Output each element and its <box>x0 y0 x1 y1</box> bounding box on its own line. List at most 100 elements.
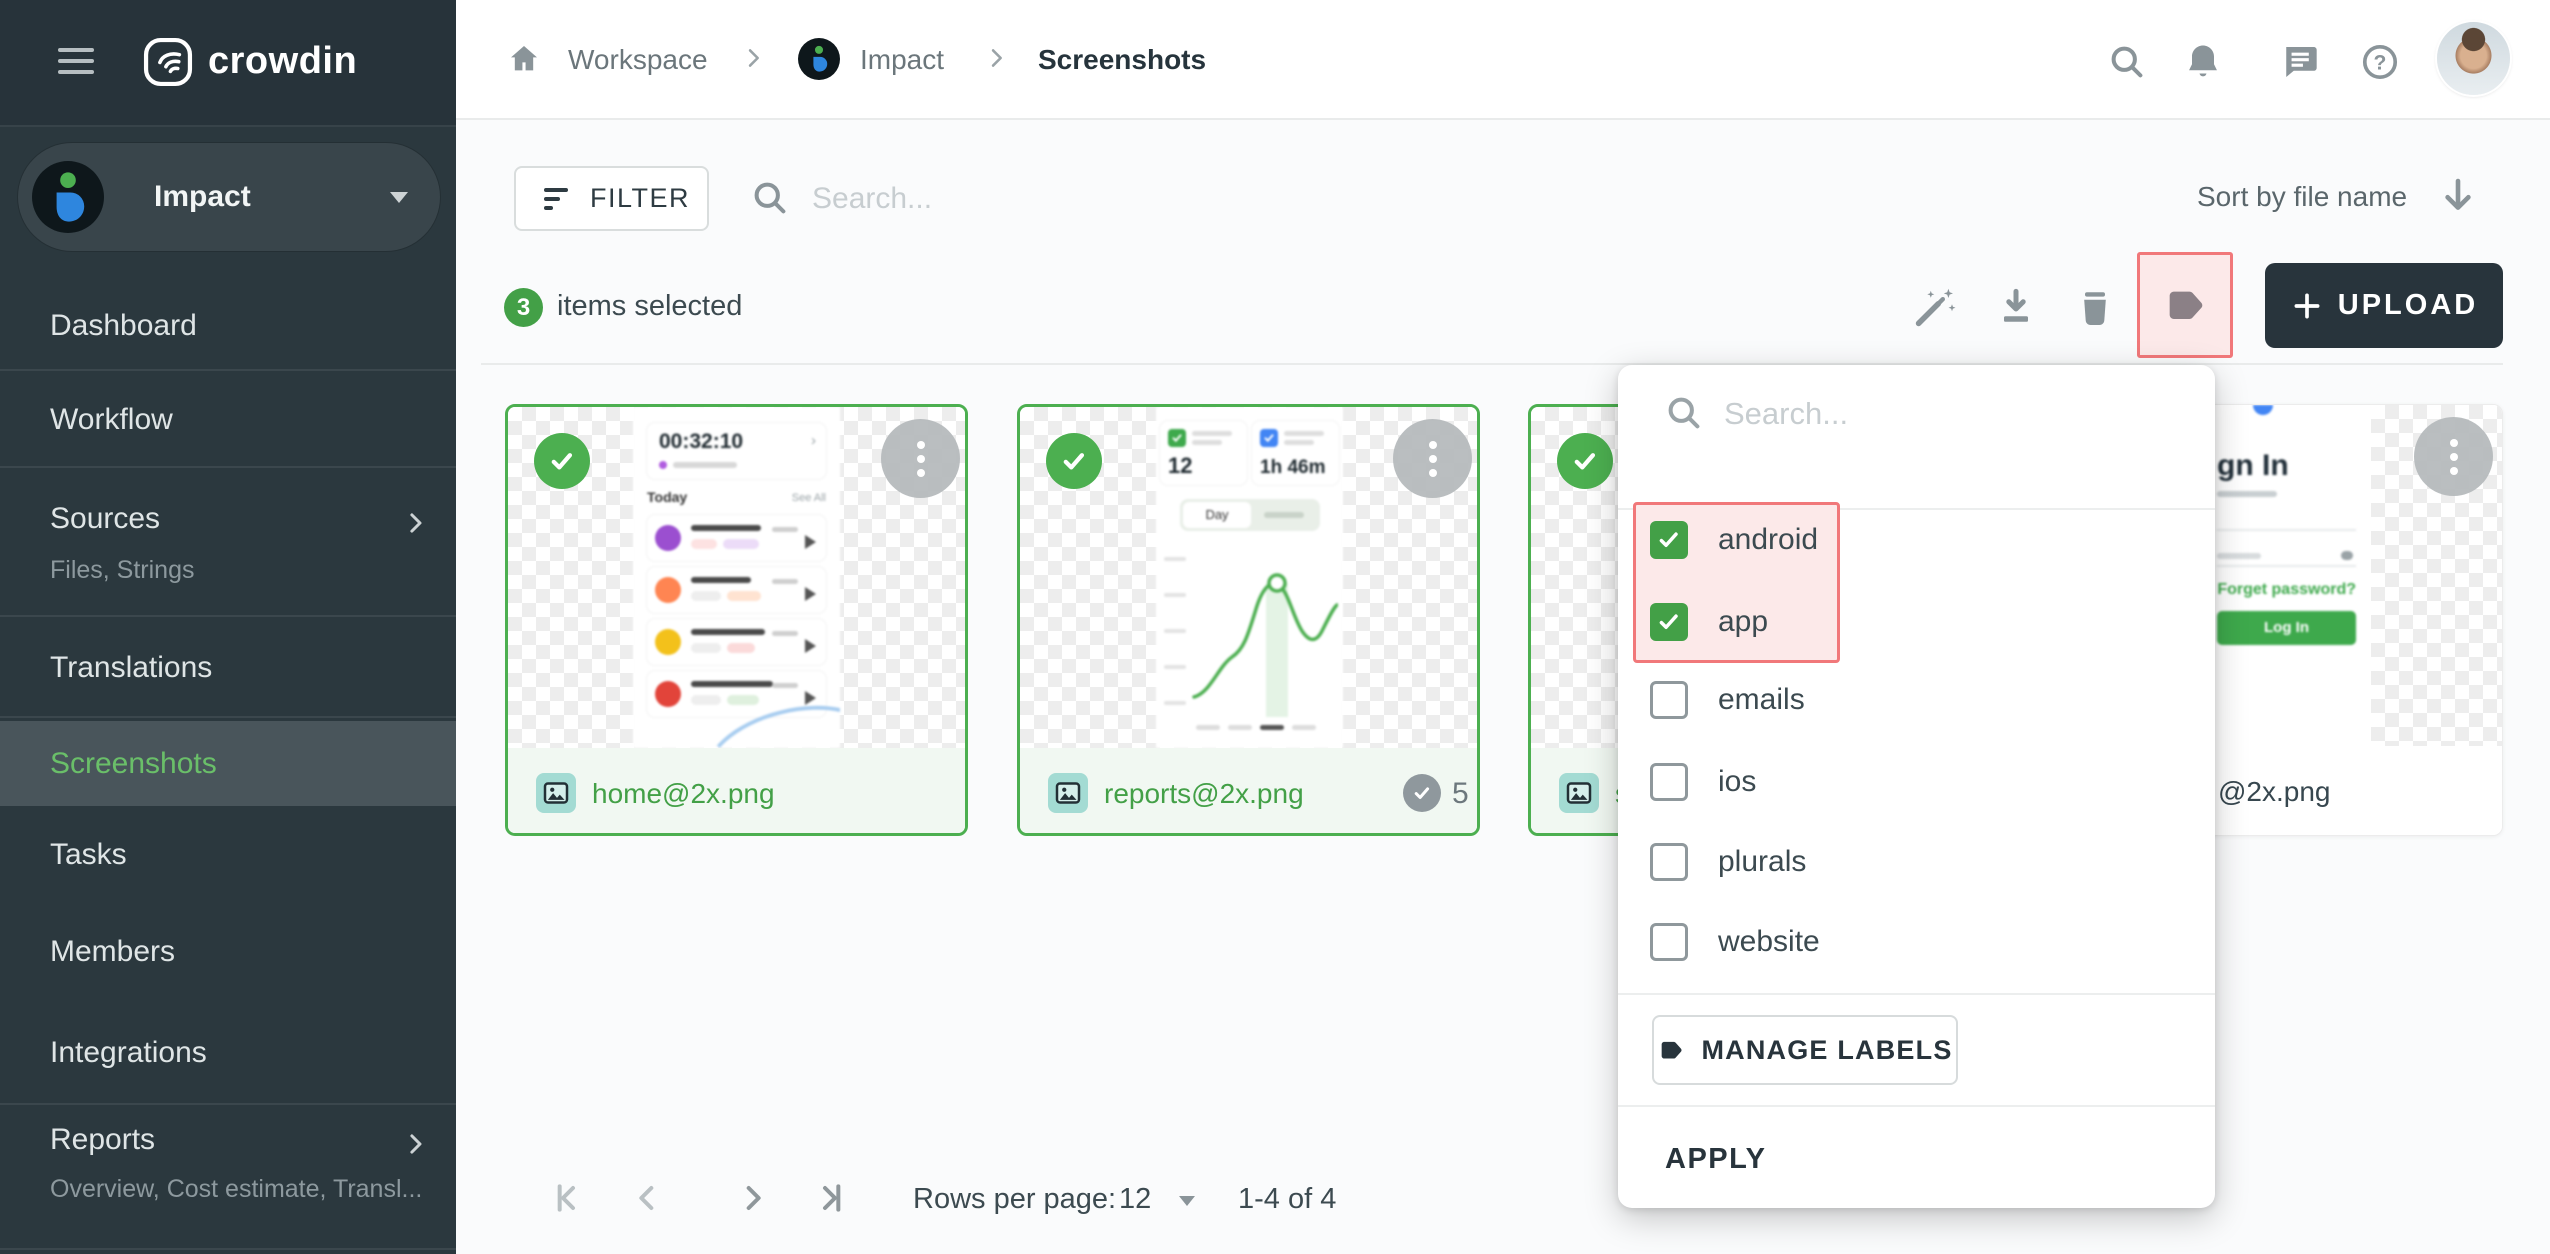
dropdown-divider <box>1618 1105 2215 1107</box>
sidebar-header: crowdin <box>0 0 456 127</box>
user-avatar[interactable] <box>2437 22 2510 95</box>
checkbox-unchecked-icon[interactable] <box>1650 681 1688 719</box>
labels-search-input[interactable] <box>1722 387 2166 441</box>
assign-label-button-highlighted[interactable] <box>2137 252 2233 358</box>
search-icon[interactable] <box>2105 40 2149 89</box>
sidebar-item-label: Dashboard <box>50 280 197 371</box>
brand-name: crowdin <box>208 40 357 83</box>
auto-tag-wand-icon[interactable] <box>1911 283 1959 331</box>
notifications-bell-icon[interactable] <box>2181 40 2225 89</box>
sidebar-item-sub: Overview, Cost estimate, Transl... <box>50 1175 428 1204</box>
label-option-emails[interactable]: emails <box>1618 660 2215 740</box>
sidebar-item-translations[interactable]: Translations <box>0 617 456 718</box>
breadcrumb-page: Screenshots <box>1038 44 1206 76</box>
selected-check-icon[interactable] <box>534 433 590 489</box>
checkbox-unchecked-icon[interactable] <box>1650 923 1688 961</box>
card-menu-kebab-icon[interactable] <box>881 419 960 498</box>
card-menu-kebab-icon[interactable] <box>1393 419 1472 498</box>
sidebar-item-sub: Files, Strings <box>50 556 194 585</box>
labels-dropdown: android app emails ios plurals website M <box>1618 365 2215 1208</box>
label-option-plurals[interactable]: plurals <box>1618 822 2215 902</box>
sidebar-item-reports[interactable]: Reports Overview, Cost estimate, Transl.… <box>0 1105 456 1250</box>
sidebar-item-label: Workflow <box>50 371 173 468</box>
rows-per-page-caret-icon[interactable] <box>1179 1196 1195 1206</box>
apply-button[interactable]: APPLY <box>1665 1127 1767 1191</box>
sidebar-item-label: Reports <box>50 1123 155 1157</box>
sidebar-item-sources[interactable]: Sources Files, Strings <box>0 468 456 617</box>
sidebar-item-label: Integrations <box>50 1000 207 1105</box>
hamburger-menu-icon[interactable] <box>58 48 94 74</box>
chevron-right-icon <box>982 44 1010 77</box>
home-icon[interactable] <box>505 40 543 83</box>
sidebar-item-screenshots[interactable]: Screenshots <box>0 721 456 806</box>
screenshot-card-home[interactable]: 00:32:10 › Today See All <box>505 404 968 836</box>
checkbox-unchecked-icon[interactable] <box>1650 763 1688 801</box>
sort-direction-arrow-icon[interactable] <box>2434 172 2482 225</box>
image-file-icon <box>1048 773 1088 813</box>
pagination-prev-page-icon[interactable] <box>628 1178 668 1218</box>
sidebar-item-tasks[interactable]: Tasks <box>0 806 456 903</box>
plus-icon <box>2290 289 2324 323</box>
selected-items-text: items selected <box>557 290 742 323</box>
messages-chat-icon[interactable] <box>2278 40 2322 89</box>
rows-per-page-value[interactable]: 12 <box>1119 1183 1151 1216</box>
delete-trash-icon[interactable] <box>2071 283 2119 331</box>
thumb-tab-day: Day <box>1183 502 1251 528</box>
checkbox-checked-icon[interactable] <box>1650 521 1688 559</box>
project-selector[interactable]: Impact <box>18 143 440 251</box>
thumb-app-screen: 12 1h 46m Day <box>1156 407 1343 748</box>
screenshot-filename: @2x.png <box>2218 746 2331 836</box>
selected-check-icon[interactable] <box>1046 433 1102 489</box>
card-menu-kebab-icon[interactable] <box>2414 417 2493 496</box>
sort-control[interactable]: Sort by file name <box>2197 181 2407 213</box>
sidebar-item-integrations[interactable]: Integrations <box>0 1000 456 1105</box>
breadcrumb-workspace[interactable]: Workspace <box>568 44 708 76</box>
label-option-app[interactable]: app <box>1618 582 2215 662</box>
sidebar-item-label: Sources <box>50 502 160 536</box>
sidebar-item-label: Tasks <box>50 806 127 903</box>
rows-per-page-label: Rows per page: <box>913 1183 1116 1216</box>
help-icon[interactable]: ? <box>2358 40 2402 89</box>
label-option-text: website <box>1718 902 1820 982</box>
crowdin-logo-icon[interactable] <box>142 36 194 88</box>
checkbox-unchecked-icon[interactable] <box>1650 843 1688 881</box>
selected-check-icon[interactable] <box>1557 433 1613 489</box>
breadcrumb-project[interactable]: Impact <box>860 44 944 76</box>
svg-text:?: ? <box>2374 52 2387 75</box>
card-footer: reports@2x.png 5 <box>1020 748 1477 836</box>
sidebar-item-members[interactable]: Members <box>0 903 456 1000</box>
chevron-right-icon <box>400 1129 430 1164</box>
sidebar-item-workflow[interactable]: Workflow <box>0 371 456 468</box>
upload-button-label: UPLOAD <box>2338 289 2478 322</box>
thumb-stat2: 1h 46m <box>1260 457 1325 479</box>
screenshot-thumbnail: 12 1h 46m Day <box>1020 407 1477 748</box>
filter-button[interactable]: FILTER <box>514 166 709 231</box>
tag-label-icon <box>1657 1036 1685 1064</box>
chevron-right-icon <box>739 44 767 77</box>
pagination-next-page-icon[interactable] <box>732 1178 772 1218</box>
sidebar-item-label: Translations <box>50 617 212 718</box>
screenshot-filename: home@2x.png <box>592 748 775 836</box>
checkbox-checked-icon[interactable] <box>1650 603 1688 641</box>
download-icon[interactable] <box>1992 283 2040 331</box>
manage-labels-button[interactable]: MANAGE LABELS <box>1652 1015 1958 1085</box>
label-option-ios[interactable]: ios <box>1618 742 2215 822</box>
screenshots-search-input[interactable] <box>810 170 1374 228</box>
label-option-website[interactable]: website <box>1618 902 2215 982</box>
label-option-android[interactable]: android <box>1618 500 2215 580</box>
filter-icon <box>544 188 568 210</box>
thumb-login-title: gn In <box>2217 449 2289 483</box>
tag-count-check-icon <box>1403 774 1441 812</box>
label-option-text: emails <box>1718 660 1805 740</box>
crowdin-app: crowdin Impact Dashboard Workflow Source… <box>0 0 2550 1254</box>
pagination-last-page-icon[interactable] <box>810 1178 850 1218</box>
thumb-app-screen: 00:32:10 › Today See All <box>633 407 840 748</box>
thumb-stat1: 12 <box>1168 453 1192 479</box>
sidebar-item-dashboard[interactable]: Dashboard <box>0 280 456 371</box>
pagination-first-page-icon[interactable] <box>548 1178 588 1218</box>
project-avatar-icon <box>32 161 104 233</box>
screenshot-card-reports[interactable]: 12 1h 46m Day <box>1017 404 1480 836</box>
label-option-text: android <box>1718 500 1818 580</box>
upload-button[interactable]: UPLOAD <box>2265 263 2503 348</box>
selected-count-badge: 3 <box>504 288 543 327</box>
